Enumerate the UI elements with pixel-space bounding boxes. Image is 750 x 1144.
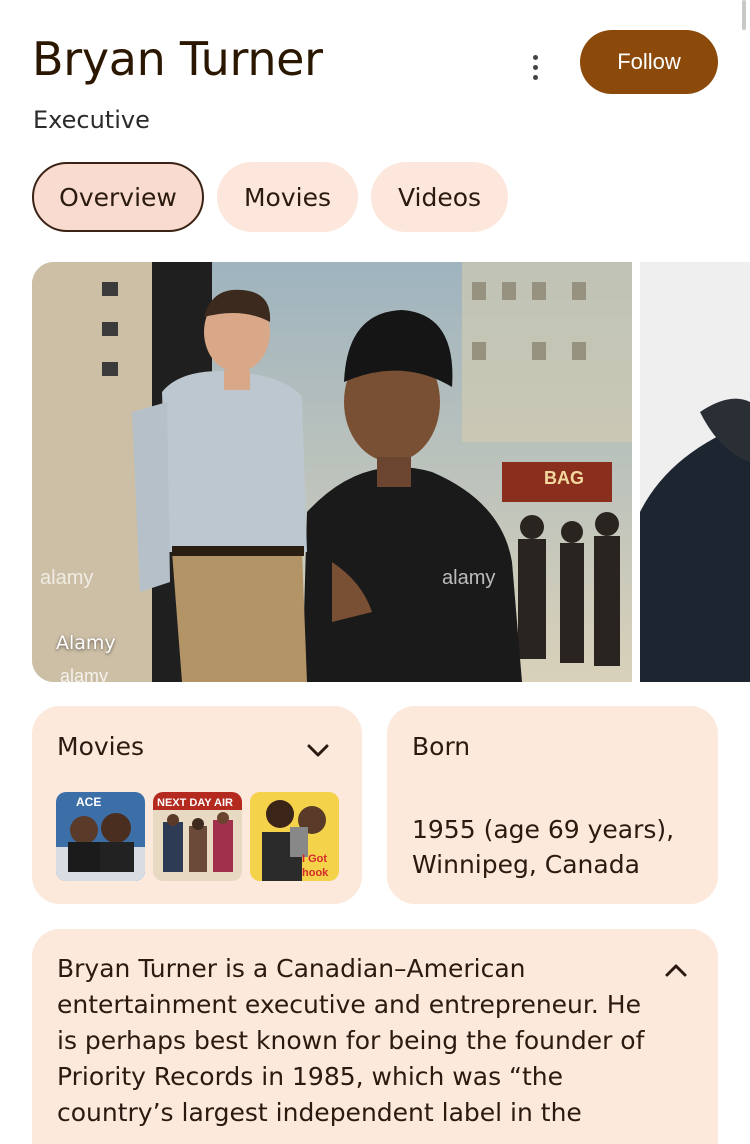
hero-photo: BAG alamy alamy alamy bbox=[32, 262, 632, 682]
movies-card[interactable]: Movies ACE NEXT DAY AIR I Got hook bbox=[32, 706, 362, 904]
more-vert-icon-dot bbox=[532, 64, 538, 70]
image-credit: Alamy bbox=[56, 632, 116, 654]
tab-bar: Overview Movies Videos bbox=[32, 162, 508, 232]
page-title: Bryan Turner bbox=[32, 32, 323, 86]
movies-card-title: Movies bbox=[57, 732, 145, 761]
bio-text: Bryan Turner is a Canadian–American ente… bbox=[57, 954, 645, 1127]
bio-card[interactable]: Bryan Turner is a Canadian–American ente… bbox=[32, 929, 718, 1144]
more-vert-icon-dot bbox=[532, 74, 538, 80]
movie-poster-image: I Got hook bbox=[250, 792, 339, 881]
tab-movies[interactable]: Movies bbox=[217, 162, 358, 232]
movie-thumbnail[interactable]: I Got hook bbox=[250, 792, 339, 881]
watermark-text-2: alamy bbox=[442, 567, 495, 589]
next-image-photo bbox=[640, 262, 750, 682]
page-subtitle: Executive bbox=[33, 106, 150, 134]
svg-text:hook: hook bbox=[302, 867, 329, 879]
follow-button[interactable]: Follow bbox=[580, 30, 718, 94]
movie-poster-image: NEXT DAY AIR bbox=[153, 792, 242, 881]
svg-text:I Got: I Got bbox=[302, 853, 327, 865]
more-options-button[interactable] bbox=[515, 45, 555, 89]
tab-overview[interactable]: Overview bbox=[32, 162, 204, 232]
chevron-down-icon[interactable] bbox=[304, 736, 332, 764]
chevron-up-icon[interactable] bbox=[662, 957, 690, 985]
born-value: 1955 (age 69 years), Winnipeg, Canada bbox=[412, 815, 675, 879]
tab-videos[interactable]: Videos bbox=[371, 162, 508, 232]
knowledge-panel: Bryan Turner Executive Follow Overview M… bbox=[0, 0, 750, 1144]
hero-image[interactable]: BAG alamy alamy alamy Alamy bbox=[32, 262, 632, 682]
scrollbar[interactable] bbox=[742, 0, 746, 30]
born-card-title: Born bbox=[412, 732, 471, 761]
movie-poster-image: ACE bbox=[56, 792, 145, 881]
movie-poster-text: NEXT DAY AIR bbox=[157, 797, 233, 809]
watermark-text-3: alamy bbox=[60, 666, 108, 682]
movie-thumbnail[interactable]: NEXT DAY AIR bbox=[153, 792, 242, 881]
movie-thumbnails: ACE NEXT DAY AIR I Got hook bbox=[56, 792, 339, 881]
svg-text:ACE: ACE bbox=[76, 795, 101, 809]
more-vert-icon bbox=[532, 54, 538, 60]
born-card[interactable]: Born 1955 (age 69 years), Winnipeg, Cana… bbox=[387, 706, 718, 904]
next-image-peek[interactable] bbox=[640, 262, 750, 682]
watermark-text: alamy bbox=[40, 567, 93, 589]
movie-thumbnail[interactable]: ACE bbox=[56, 792, 145, 881]
poster-text: BAG bbox=[544, 468, 584, 488]
